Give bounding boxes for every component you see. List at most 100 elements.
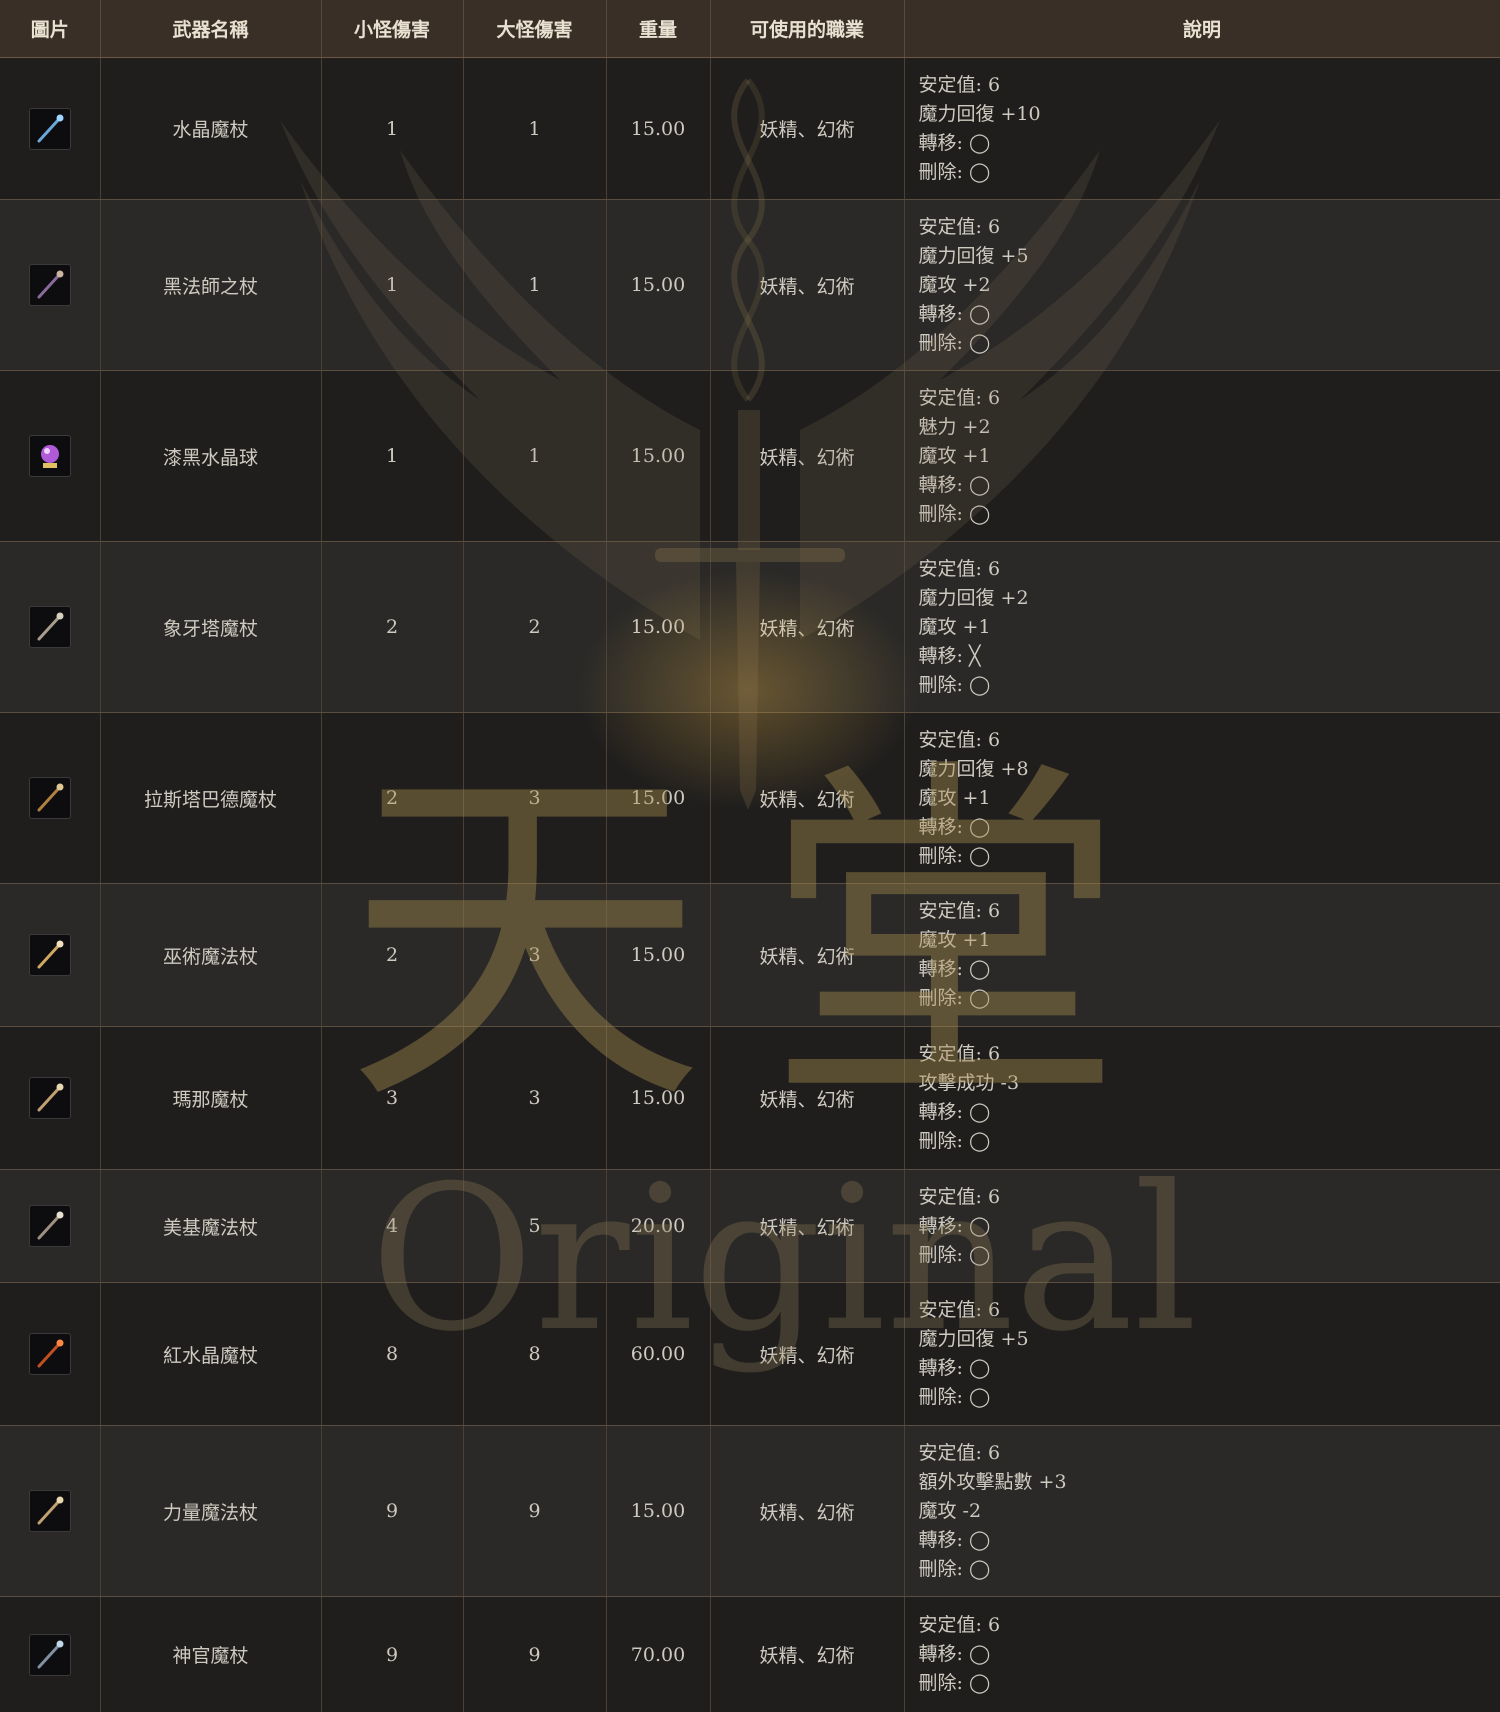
description-line: 轉移: ◯ <box>918 1528 991 1551</box>
description-line: 魔攻 +2 <box>918 273 991 296</box>
table-row[interactable]: 力量魔法杖 9 9 15.00 妖精、幻術 安定值: 6 額外攻擊點數 +3 魔攻 -2 轉移:… <box>0 1425 1500 1597</box>
description-line: 轉移: ◯ <box>918 302 991 325</box>
column-header-description[interactable]: 說明 <box>904 0 1500 58</box>
table-row[interactable]: 紅水晶魔杖 8 8 60.00 妖精、幻術 安定值: 6 魔力回復 +5 轉移: ◯ 刪除: ◯ <box>0 1282 1500 1426</box>
cell-large-damage: 1 <box>463 199 607 371</box>
description-line: 魔力回復 +5 <box>918 1328 1029 1350</box>
description-line: 刪除: ◯ <box>918 331 991 354</box>
cell-description: 安定值: 6 魔力回復 +2 魔攻 +1 轉移: ╳ 刪除: ◯ <box>904 541 1500 713</box>
cell-classes: 妖精、幻術 <box>710 712 905 884</box>
description-line: 刪除: ◯ <box>918 160 991 183</box>
column-header-weapon-name[interactable]: 武器名稱 <box>100 0 322 58</box>
cell-weight: 15.00 <box>606 883 711 1027</box>
description-line: 魔攻 +1 <box>918 786 991 809</box>
column-header-small-damage[interactable]: 小怪傷害 <box>321 0 464 58</box>
description-line: 安定值: 6 <box>918 1614 1001 1636</box>
description-line: 魔攻 +1 <box>918 929 991 951</box>
column-header-large-damage[interactable]: 大怪傷害 <box>463 0 607 58</box>
table-row[interactable]: 瑪那魔杖 3 3 15.00 妖精、幻術 安定值: 6 攻擊成功 -3 轉移: ◯ 刪除: ◯ <box>0 1026 1500 1170</box>
table-row[interactable]: 水晶魔杖 1 1 15.00 妖精、幻術 安定值: 6 魔力回復 +10 轉移: ◯ 刪除: ◯ <box>0 57 1500 200</box>
cell-weapon-name: 紅水晶魔杖 <box>100 1282 322 1426</box>
cell-small-damage: 2 <box>321 883 464 1027</box>
cell-description: 安定值: 6 魔力回復 +10 轉移: ◯ 刪除: ◯ <box>904 57 1500 200</box>
cell-weapon-name: 黑法師之杖 <box>100 199 322 371</box>
description-line: 轉移: ╳ <box>918 644 981 667</box>
cell-large-damage: 1 <box>463 57 607 200</box>
cell-weight: 15.00 <box>606 1425 711 1597</box>
priest-staff-icon <box>28 1633 71 1676</box>
description-line: 安定值: 6 <box>918 215 1001 238</box>
cell-small-damage: 2 <box>321 541 464 713</box>
table-row[interactable]: 神官魔杖 9 9 70.00 妖精、幻術 安定值: 6 轉移: ◯ 刪除: ◯ <box>0 1596 1500 1712</box>
cell-weight: 15.00 <box>606 199 711 371</box>
meki-staff-icon <box>28 1205 71 1247</box>
table-row[interactable]: 黑法師之杖 1 1 15.00 妖精、幻術 安定值: 6 魔力回復 +5 魔攻 +2 轉移: ◯… <box>0 199 1500 371</box>
cell-weight: 70.00 <box>606 1596 711 1712</box>
cell-description: 安定值: 6 額外攻擊點數 +3 魔攻 -2 轉移: ◯ 刪除: ◯ <box>904 1425 1500 1597</box>
lastabad-staff-icon <box>28 777 71 819</box>
cell-small-damage: 1 <box>321 57 464 200</box>
dark-mage-staff-icon <box>28 264 71 306</box>
description-line: 安定值: 6 <box>918 1043 1001 1065</box>
cell-large-damage: 2 <box>463 541 607 713</box>
cell-image <box>0 1425 101 1597</box>
description-line: 安定值: 6 <box>918 728 1001 751</box>
table-row[interactable]: 美基魔法杖 4 5 20.00 妖精、幻術 安定值: 6 轉移: ◯ 刪除: ◯ <box>0 1169 1500 1283</box>
description-line: 刪除: ◯ <box>918 502 991 525</box>
cell-weapon-name: 美基魔法杖 <box>100 1169 322 1283</box>
column-header-weight[interactable]: 重量 <box>606 0 711 58</box>
description-line: 安定值: 6 <box>918 900 1001 922</box>
table-row[interactable]: 拉斯塔巴德魔杖 2 3 15.00 妖精、幻術 安定值: 6 魔力回復 +8 魔攻 +1 轉移:… <box>0 712 1500 884</box>
description-line: 安定值: 6 <box>918 1441 1001 1464</box>
cell-weight: 15.00 <box>606 541 711 713</box>
cell-image <box>0 541 101 713</box>
description-line: 刪除: ◯ <box>918 1672 991 1694</box>
cell-weapon-name: 神官魔杖 <box>100 1596 322 1712</box>
cell-image <box>0 1169 101 1283</box>
description-line: 轉移: ◯ <box>918 131 991 154</box>
cell-large-damage: 9 <box>463 1425 607 1597</box>
sorcery-staff-icon <box>28 934 71 976</box>
cell-large-damage: 5 <box>463 1169 607 1283</box>
description-line: 攻擊成功 -3 <box>918 1072 1020 1094</box>
cell-weapon-name: 瑪那魔杖 <box>100 1026 322 1170</box>
cell-classes: 妖精、幻術 <box>710 1596 905 1712</box>
description-line: 魔力回復 +8 <box>918 757 1029 780</box>
table-row[interactable]: 象牙塔魔杖 2 2 15.00 妖精、幻術 安定值: 6 魔力回復 +2 魔攻 +1 轉移: ╳… <box>0 541 1500 713</box>
cell-image <box>0 199 101 371</box>
cell-small-damage: 9 <box>321 1596 464 1712</box>
cell-image <box>0 1282 101 1426</box>
cell-weapon-name: 漆黑水晶球 <box>100 370 322 542</box>
crystal-staff-icon <box>28 107 71 150</box>
cell-small-damage: 3 <box>321 1026 464 1170</box>
ivory-tower-staff-icon <box>28 606 71 648</box>
black-crystal-ball-icon <box>28 435 71 477</box>
cell-description: 安定值: 6 魔攻 +1 轉移: ◯ 刪除: ◯ <box>904 883 1500 1027</box>
cell-description: 安定值: 6 轉移: ◯ 刪除: ◯ <box>904 1169 1500 1283</box>
cell-small-damage: 1 <box>321 199 464 371</box>
cell-small-damage: 1 <box>321 370 464 542</box>
table-header-row: 圖片 武器名稱 小怪傷害 大怪傷害 重量 可使用的職業 說明 <box>0 0 1500 58</box>
description-line: 轉移: ◯ <box>918 473 991 496</box>
description-line: 刪除: ◯ <box>918 1243 991 1266</box>
cell-small-damage: 8 <box>321 1282 464 1426</box>
description-line: 安定值: 6 <box>918 1299 1001 1321</box>
column-header-image[interactable]: 圖片 <box>0 0 101 58</box>
description-line: 轉移: ◯ <box>918 1643 991 1665</box>
cell-classes: 妖精、幻術 <box>710 199 905 371</box>
table-row[interactable]: 巫術魔法杖 2 3 15.00 妖精、幻術 安定值: 6 魔攻 +1 轉移: ◯ 刪除: ◯ <box>0 883 1500 1027</box>
cell-large-damage: 9 <box>463 1596 607 1712</box>
cell-weapon-name: 象牙塔魔杖 <box>100 541 322 713</box>
cell-description: 安定值: 6 魔力回復 +5 轉移: ◯ 刪除: ◯ <box>904 1282 1500 1426</box>
description-line: 魔力回復 +10 <box>918 102 1041 125</box>
column-header-classes[interactable]: 可使用的職業 <box>710 0 905 58</box>
table-row[interactable]: 漆黑水晶球 1 1 15.00 妖精、幻術 安定值: 6 魅力 +2 魔攻 +1 轉移: ◯ 刪除… <box>0 370 1500 542</box>
description-line: 魔力回復 +2 <box>918 586 1029 609</box>
cell-weight: 15.00 <box>606 712 711 884</box>
cell-classes: 妖精、幻術 <box>710 370 905 542</box>
cell-weight: 15.00 <box>606 57 711 200</box>
cell-weapon-name: 拉斯塔巴德魔杖 <box>100 712 322 884</box>
cell-image <box>0 1026 101 1170</box>
cell-large-damage: 3 <box>463 883 607 1027</box>
cell-small-damage: 4 <box>321 1169 464 1283</box>
